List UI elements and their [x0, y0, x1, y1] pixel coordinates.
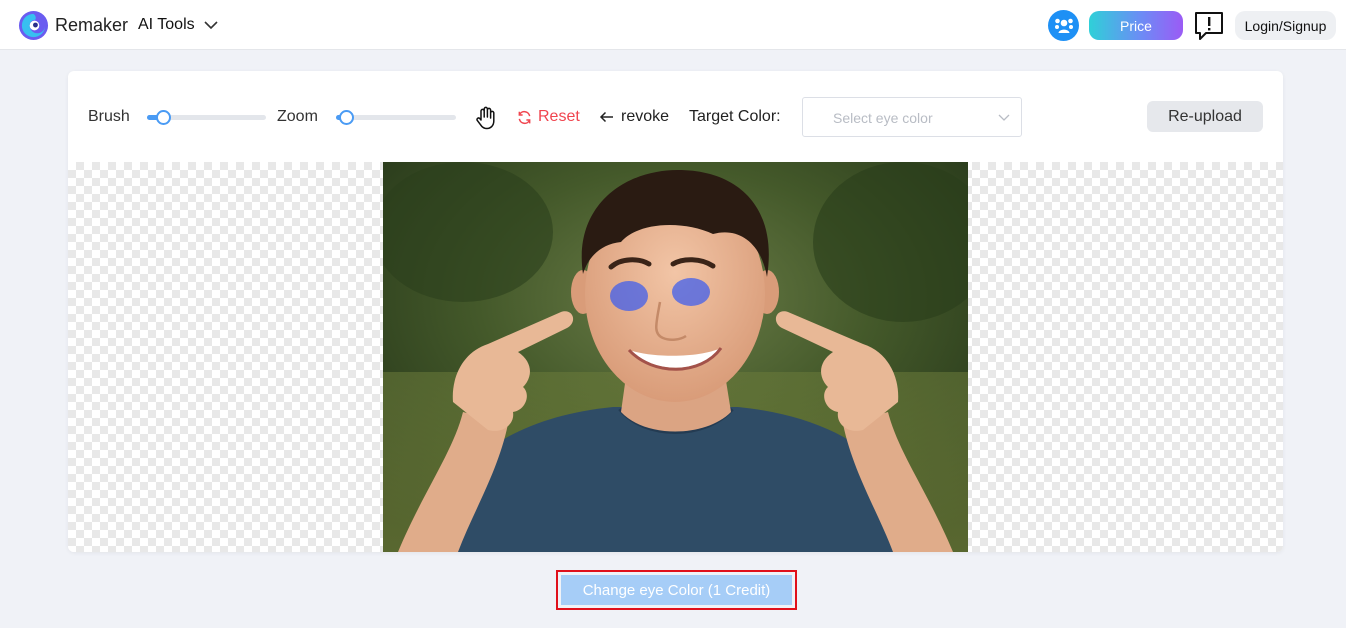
change-eye-color-button[interactable]: Change eye Color (1 Credit) [561, 575, 792, 605]
ai-tools-menu[interactable]: AI Tools [138, 16, 218, 34]
revoke-label: revoke [621, 108, 669, 126]
hand-icon[interactable] [475, 106, 497, 130]
community-icon [1053, 16, 1075, 36]
brush-slider[interactable] [147, 115, 266, 120]
refresh-icon [517, 110, 532, 125]
editor-toolbar: Brush Zoom Reset revoke [68, 71, 1283, 162]
logo-icon[interactable] [18, 10, 49, 41]
reset-label: Reset [538, 108, 580, 126]
reset-button[interactable]: Reset [517, 108, 580, 126]
chevron-down-icon [204, 21, 218, 30]
chevron-down-icon [998, 111, 1010, 123]
community-button[interactable] [1048, 10, 1079, 41]
ai-tools-label: AI Tools [138, 16, 195, 34]
zoom-label: Zoom [277, 108, 318, 126]
brush-slider-thumb[interactable] [156, 110, 171, 125]
re-upload-button[interactable]: Re-upload [1147, 101, 1263, 132]
zoom-slider[interactable] [336, 115, 456, 120]
zoom-slider-thumb[interactable] [339, 110, 354, 125]
editor-card: Brush Zoom Reset revoke [68, 71, 1283, 552]
top-header: Remaker AI Tools Price Login/Signup [0, 0, 1346, 50]
portrait-photo[interactable] [383, 162, 968, 552]
login-signup-button[interactable]: Login/Signup [1235, 11, 1336, 40]
eye-color-select[interactable]: Select eye color [802, 97, 1022, 137]
feedback-icon[interactable] [1193, 10, 1225, 42]
eye-color-select-placeholder: Select eye color [833, 110, 933, 126]
brush-label: Brush [88, 108, 130, 126]
revoke-button[interactable]: revoke [599, 108, 669, 126]
price-button[interactable]: Price [1089, 11, 1183, 40]
footer-strip [0, 628, 1346, 642]
brand-name[interactable]: Remaker [55, 15, 128, 36]
image-canvas[interactable] [68, 162, 1283, 552]
arrow-left-icon [599, 111, 614, 123]
change-eye-color-highlight: Change eye Color (1 Credit) [556, 570, 797, 610]
target-color-label: Target Color: [689, 108, 781, 126]
